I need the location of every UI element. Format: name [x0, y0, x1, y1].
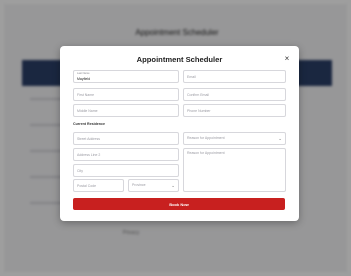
middle-name-input[interactable] — [77, 105, 175, 116]
close-icon[interactable]: × — [282, 54, 292, 64]
confirm-email-input[interactable] — [187, 89, 282, 100]
middle-name-field[interactable] — [73, 104, 179, 117]
street-address-field[interactable] — [73, 132, 179, 145]
phone-number-input[interactable] — [187, 105, 282, 116]
chevron-down-icon: ⌄ — [171, 183, 175, 188]
first-name-field[interactable] — [73, 88, 179, 101]
city-field[interactable] — [73, 164, 179, 177]
email-field[interactable] — [183, 70, 286, 83]
province-select-value: Province — [132, 183, 146, 187]
province-select[interactable]: Province ⌄ — [128, 179, 179, 192]
street-address-input[interactable] — [77, 133, 175, 144]
reason-textarea-field[interactable] — [183, 148, 286, 192]
reason-select[interactable]: Reason for Appointment ⌄ — [183, 132, 286, 145]
current-residence-label: Current Residence — [73, 122, 105, 126]
postal-code-input[interactable] — [77, 180, 120, 191]
email-input[interactable] — [187, 71, 282, 82]
first-name-input[interactable] — [77, 89, 175, 100]
address-line-2-input[interactable] — [77, 149, 175, 160]
chevron-down-icon: ⌄ — [278, 136, 282, 141]
book-now-button[interactable]: Book Now — [73, 198, 285, 210]
address-line-2-field[interactable] — [73, 148, 179, 161]
last-name-field[interactable]: Last Name — [73, 70, 179, 83]
postal-code-field[interactable] — [73, 179, 124, 192]
phone-number-field[interactable] — [183, 104, 286, 117]
modal-title: Appointment Scheduler — [136, 55, 223, 64]
reason-select-value: Reason for Appointment — [187, 136, 225, 140]
appointment-modal: Appointment Scheduler × Last Name Curren… — [60, 46, 299, 221]
reason-textarea[interactable] — [187, 151, 282, 189]
last-name-input[interactable] — [77, 75, 175, 82]
confirm-email-field[interactable] — [183, 88, 286, 101]
city-input[interactable] — [77, 165, 175, 176]
